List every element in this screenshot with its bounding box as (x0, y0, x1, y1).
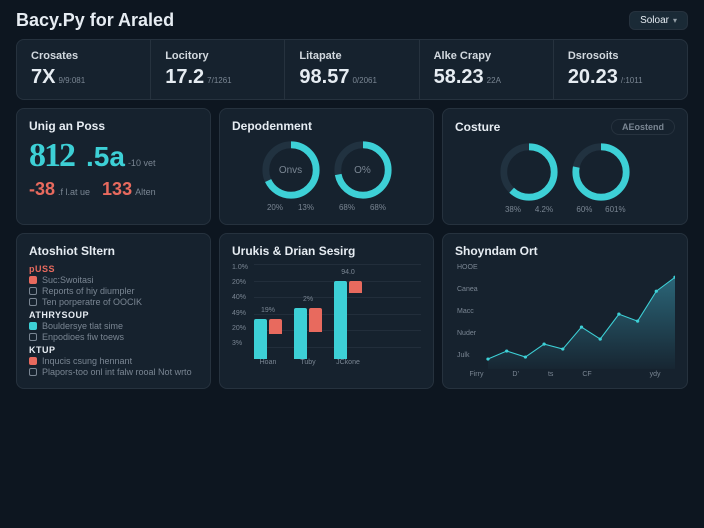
list-item-label: Reports of hiy diumpler (42, 286, 135, 296)
kpi-sub: /:1011 (621, 76, 643, 85)
checkbox-icon (29, 322, 37, 330)
bar (349, 281, 362, 293)
kpi-value: 7X (31, 66, 55, 88)
stat-c: -38 (29, 179, 55, 199)
donut-chart: Onvs (260, 139, 322, 201)
list-item[interactable]: Ten porperatre of OOCIK (29, 297, 198, 307)
checkbox-icon (29, 276, 37, 284)
list-item-label: Suc:Swoitasi (42, 275, 94, 285)
donut-sub: 601% (605, 205, 625, 214)
kpi-value: 58.23 (434, 66, 484, 88)
panel-title: Depodenment (232, 119, 421, 133)
kpi-label: Alke Crapy (434, 50, 539, 62)
checkbox-icon (29, 333, 37, 341)
kpi-value: 17.2 (165, 66, 204, 88)
checkbox-icon (29, 298, 37, 306)
kpi-row: Crosates 7X9/9:081 Locitory 17.27/1261 Litap… (16, 39, 688, 100)
bar (294, 308, 307, 359)
kpi-sub: 9/9:081 (58, 76, 85, 85)
panel-title: Unig an Poss (29, 119, 198, 133)
donut-chart: O% (332, 139, 394, 201)
donut-sub: 20% (267, 203, 283, 212)
panel-title: Costure (455, 120, 500, 134)
checkbox-icon (29, 368, 37, 376)
donut-sub: 13% (298, 203, 314, 212)
bar (269, 319, 282, 334)
x-label: Hoan (254, 359, 282, 366)
kpi-label: Crosates (31, 50, 136, 62)
donut-sub: 38% (505, 205, 521, 214)
stat-a: 812 (29, 137, 74, 174)
donut-sub: 68% (370, 203, 386, 212)
kpi-card: Locitory 17.27/1261 (151, 40, 285, 99)
x-label: Tuby (294, 359, 322, 366)
kpi-label: Litapate (299, 50, 404, 62)
list-item-label: Ten porperatre of OOCIK (42, 297, 142, 307)
checkbox-icon (29, 287, 37, 295)
kpi-card: Crosates 7X9/9:081 (17, 40, 151, 99)
selector-button[interactable]: Soloar (629, 11, 688, 30)
donut-sub: 4.2% (535, 205, 553, 214)
kpi-card: Dsrosoits 20.23/:1011 (554, 40, 687, 99)
donut-chart (570, 141, 632, 203)
bar-group: 2% (294, 308, 322, 359)
bar (334, 281, 347, 359)
list-group-header: ATHRYSOUP (29, 310, 198, 320)
list-item[interactable]: Enpodioes fiw toews (29, 332, 198, 342)
list-item-label: Inqucis csung hennant (42, 356, 132, 366)
panel-costure: Costure AEostend 38% 4.2% 60% 601% (442, 108, 688, 225)
list-group-header: KTUP (29, 345, 198, 355)
bar (309, 308, 322, 333)
bar-group: 94.0 (334, 281, 362, 359)
panel-title: Urukis & Drian Sesirg (232, 244, 421, 258)
panel-area: Shoyndam Ort HOOECaneaMaccNuderJulk Firr… (442, 233, 688, 389)
donut-chart (498, 141, 560, 203)
stat-b-sub: -10 vet (128, 158, 156, 168)
kpi-label: Dsrosoits (568, 50, 673, 62)
panel-title: Shoyndam Ort (455, 244, 675, 258)
checkbox-icon (29, 357, 37, 365)
stat-d-sub: Alten (135, 187, 156, 197)
bar (254, 319, 267, 359)
stat-c-sub: .f l.at ue (58, 187, 90, 197)
kpi-sub: 0/2061 (352, 76, 376, 85)
panel-bars: Urukis & Drian Sesirg 1.0%20%40%49%20%3%… (219, 233, 434, 389)
panel-atoshiot: Atoshiot Sltern pUSSSuc:SwoitasiReports … (16, 233, 211, 389)
list-group-header: pUSS (29, 264, 198, 274)
x-label: JCkone (334, 359, 362, 366)
expand-button[interactable]: AEostend (611, 119, 675, 135)
bar-group: 19% (254, 319, 282, 359)
kpi-sub: 22A (487, 76, 501, 85)
kpi-value: 98.57 (299, 66, 349, 88)
list-item[interactable]: Suc:Swoitasi (29, 275, 198, 285)
stat-b: .5a (86, 141, 125, 172)
list-item-label: Bouldersye tlat sime (42, 321, 123, 331)
kpi-label: Locitory (165, 50, 270, 62)
page-title: Bacy.Py for Araled (16, 10, 629, 31)
panel-title: Atoshiot Sltern (29, 244, 198, 258)
panel-depodenment: Depodenment Onvs 20% 13% O% 68% 68% (219, 108, 434, 225)
area-chart (455, 264, 675, 369)
donut-sub: 68% (339, 203, 355, 212)
donut-sub: 60% (576, 205, 592, 214)
kpi-sub: 7/1261 (207, 76, 231, 85)
kpi-value: 20.23 (568, 66, 618, 88)
kpi-card: Litapate 98.570/2061 (285, 40, 419, 99)
kpi-card: Alke Crapy 58.2322A (420, 40, 554, 99)
list-item[interactable]: Bouldersye tlat sime (29, 321, 198, 331)
list-item-label: Enpodioes fiw toews (42, 332, 124, 342)
list-item-label: Plapors-too onl int falw rooal Not wrto (42, 367, 192, 377)
stat-d: 133 (102, 179, 132, 199)
list-item[interactable]: Reports of hiy diumpler (29, 286, 198, 296)
list-item[interactable]: Plapors-too onl int falw rooal Not wrto (29, 367, 198, 377)
list-item[interactable]: Inqucis csung hennant (29, 356, 198, 366)
panel-unig: Unig an Poss 812 .5a-10 vet -38.f l.at u… (16, 108, 211, 225)
